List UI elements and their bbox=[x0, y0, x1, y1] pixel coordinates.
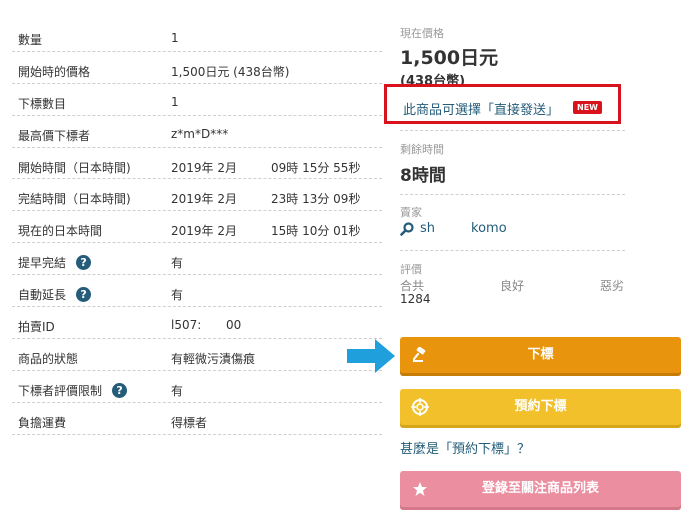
rating-label: 評價 bbox=[400, 263, 422, 276]
detail-label: 商品的狀態 bbox=[18, 351, 79, 366]
detail-label: 現在的日本時間 bbox=[18, 224, 103, 239]
detail-label: 開始時的價格 bbox=[18, 64, 91, 79]
new-badge: NEW bbox=[573, 101, 602, 114]
divider bbox=[400, 194, 625, 195]
add-to-watchlist-label: 登錄至關注商品列表 bbox=[481, 481, 599, 496]
detail-value: 有 bbox=[171, 256, 184, 271]
detail-label-wrap: 提早完結 ? bbox=[18, 254, 92, 271]
detail-value: 2019年 2月 bbox=[171, 160, 237, 175]
seller-link[interactable]: sh komo bbox=[400, 221, 507, 236]
bid-panel: 現在價格 1,500日元 (438台幣) 此商品可選擇「直接發送」 NEW 剩餘… bbox=[384, 0, 685, 521]
detail-value: 2019年 2月 bbox=[171, 192, 237, 207]
auction-details-table: 數量 1 開始時的價格 1,500日元 (438台幣) 下標數目 1 最高價下標… bbox=[12, 20, 382, 435]
detail-label-wrap: 自動延長 ? bbox=[18, 286, 92, 303]
detail-value-id-suffix: 00 bbox=[226, 318, 242, 333]
star-icon bbox=[410, 471, 430, 507]
detail-label: 開始時間（日本時間) bbox=[18, 160, 131, 175]
detail-label: 下標者評價限制 bbox=[18, 383, 103, 398]
gavel-icon bbox=[410, 337, 430, 373]
detail-value: 1 bbox=[171, 31, 179, 45]
detail-value: 有 bbox=[171, 288, 184, 303]
search-icon bbox=[400, 221, 414, 236]
time-left-label: 剩餘時間 bbox=[400, 143, 444, 156]
detail-label: 自動延長 bbox=[18, 288, 67, 303]
what-is-reserve-link[interactable]: 甚麼是「預約下標」？ bbox=[400, 438, 530, 457]
detail-label: 負擔運費 bbox=[18, 415, 67, 430]
add-to-watchlist-button[interactable]: 登錄至關注商品列表 bbox=[400, 471, 681, 507]
detail-row-shipping-payer: 負擔運費 得標者 bbox=[12, 403, 382, 435]
bid-button-label: 下標 bbox=[527, 347, 554, 362]
time-left: 8時間 bbox=[400, 166, 446, 186]
detail-row-start-price: 開始時的價格 1,500日元 (438台幣) bbox=[12, 52, 382, 84]
detail-row-bid-count: 下標數目 1 bbox=[12, 84, 382, 116]
detail-row-end-time: 完結時間（日本時間) 2019年 2月 23時 13分 09秒 bbox=[12, 179, 382, 212]
detail-value: z*m*D*** bbox=[171, 126, 229, 141]
divider bbox=[400, 130, 625, 131]
detail-row-top-bidder: 最高價下標者 z*m*D*** bbox=[12, 116, 382, 148]
detail-value: l507: bbox=[171, 318, 202, 333]
detail-row-bidder-rating-limit: 下標者評價限制 ? 有 bbox=[12, 371, 382, 403]
detail-label-wrap: 下標者評價限制 ? bbox=[18, 382, 128, 399]
bid-button[interactable]: 下標 bbox=[400, 337, 681, 373]
detail-label: 提早完結 bbox=[18, 256, 67, 271]
rating-bad-label: 惡劣 bbox=[600, 279, 625, 293]
detail-value: 有輕微污漬傷痕 bbox=[171, 351, 256, 366]
detail-row-early-end: 提早完結 ? 有 bbox=[12, 243, 382, 276]
arrow-right-icon bbox=[347, 339, 395, 373]
detail-value: 2019年 2月 bbox=[171, 224, 237, 239]
direct-ship-highlight: 此商品可選擇「直接發送」 NEW bbox=[384, 84, 621, 124]
detail-label: 完結時間（日本時間) bbox=[18, 192, 131, 207]
detail-value: 1,500日元 (438台幣) bbox=[171, 64, 290, 79]
detail-value-time: 23時 13分 09秒 bbox=[271, 192, 361, 207]
detail-value-time: 15時 10分 01秒 bbox=[271, 224, 361, 239]
detail-row-quantity: 數量 1 bbox=[12, 20, 382, 52]
rating-good-label: 良好 bbox=[500, 279, 525, 293]
detail-value: 有 bbox=[171, 383, 184, 398]
seller-name-part2: komo bbox=[471, 221, 507, 236]
detail-label: 下標數目 bbox=[18, 96, 67, 111]
detail-value: 1 bbox=[171, 94, 179, 109]
detail-label: 拍賣ID bbox=[18, 320, 55, 335]
detail-row-auction-id: 拍賣ID l507: 00 bbox=[12, 307, 382, 339]
detail-label: 最高價下標者 bbox=[18, 128, 91, 143]
help-icon[interactable]: ? bbox=[76, 287, 92, 303]
reserve-bid-button-label: 預約下標 bbox=[514, 399, 567, 414]
detail-value: 得標者 bbox=[171, 415, 208, 430]
reserve-bid-button[interactable]: 預約下標 bbox=[400, 389, 681, 425]
target-icon bbox=[410, 389, 430, 425]
seller-name-part1: sh bbox=[420, 221, 436, 236]
direct-ship-link[interactable]: 此商品可選擇「直接發送」 bbox=[403, 99, 559, 118]
current-price: 1,500日元 bbox=[400, 47, 499, 69]
help-icon[interactable]: ? bbox=[76, 255, 92, 271]
detail-row-current-japan-time: 現在的日本時間 2019年 2月 15時 10分 01秒 bbox=[12, 211, 382, 244]
detail-value-time: 09時 15分 55秒 bbox=[271, 160, 361, 175]
help-icon[interactable]: ? bbox=[112, 382, 128, 398]
detail-label: 數量 bbox=[18, 33, 43, 47]
rating-total-value: 1284 bbox=[400, 292, 431, 306]
divider bbox=[400, 250, 625, 251]
current-price-label: 現在價格 bbox=[400, 27, 444, 40]
detail-row-condition: 商品的狀態 有輕微污漬傷痕 bbox=[12, 339, 382, 371]
detail-row-start-time: 開始時間（日本時間) 2019年 2月 09時 15分 55秒 bbox=[12, 148, 382, 180]
seller-label: 賣家 bbox=[400, 206, 422, 219]
detail-row-auto-extend: 自動延長 ? 有 bbox=[12, 275, 382, 308]
